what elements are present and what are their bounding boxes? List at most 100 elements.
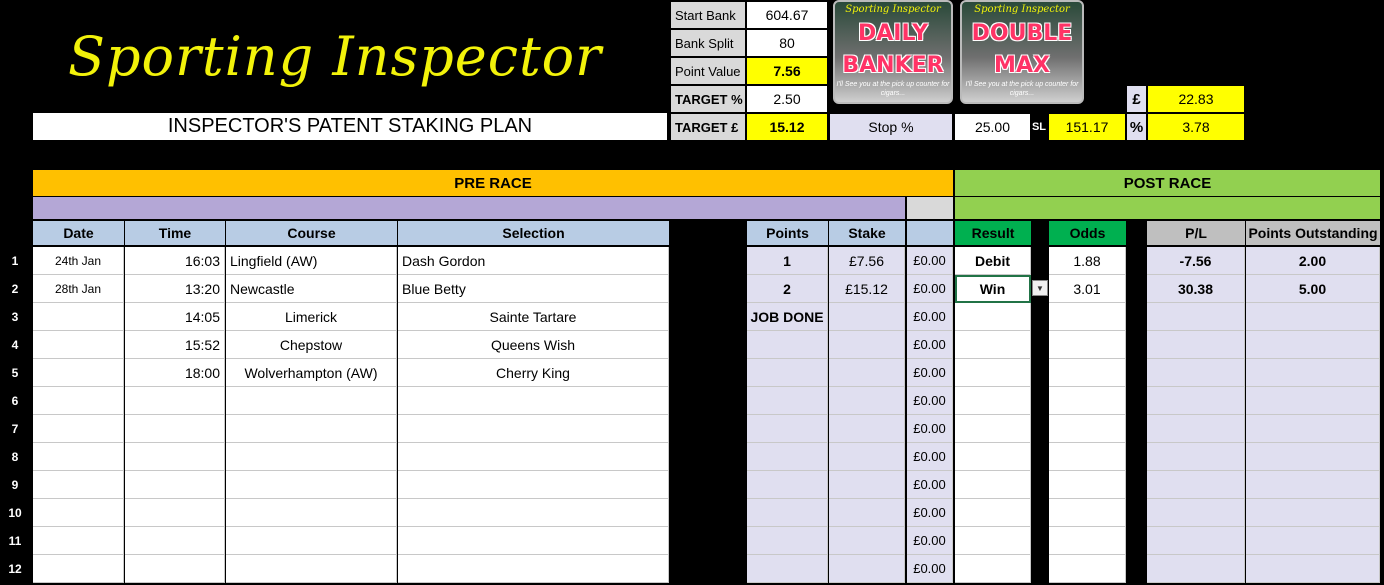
stake-cell[interactable]	[829, 415, 905, 443]
amount-cell[interactable]: £0.00	[907, 415, 953, 443]
result-cell[interactable]	[955, 415, 1031, 443]
time-cell[interactable]	[125, 527, 225, 555]
odds-cell[interactable]: 1.88	[1049, 247, 1126, 275]
course-cell[interactable]	[226, 527, 397, 555]
points-cell[interactable]	[747, 387, 828, 415]
points-outstanding-cell[interactable]	[1246, 415, 1380, 443]
points-cell[interactable]	[747, 331, 828, 359]
points-cell[interactable]: 2	[747, 275, 828, 303]
bank-split-cell[interactable]: 80	[747, 30, 827, 56]
course-cell[interactable]	[226, 443, 397, 471]
amount-cell[interactable]: £0.00	[907, 499, 953, 527]
course-cell[interactable]: Newcastle	[226, 275, 397, 303]
stake-cell[interactable]: £7.56	[829, 247, 905, 275]
time-cell[interactable]: 14:05	[125, 303, 225, 331]
selection-cell[interactable]: Sainte Tartare	[398, 303, 669, 331]
date-cell[interactable]	[33, 359, 124, 387]
pl-cell[interactable]	[1147, 387, 1245, 415]
date-cell[interactable]	[33, 471, 124, 499]
pl-cell[interactable]	[1147, 555, 1245, 583]
selection-cell[interactable]: Blue Betty	[398, 275, 669, 303]
time-cell[interactable]: 13:20	[125, 275, 225, 303]
col-header-odds[interactable]: Odds	[1049, 221, 1126, 245]
course-cell[interactable]	[226, 387, 397, 415]
amount-cell[interactable]: £0.00	[907, 471, 953, 499]
points-outstanding-cell[interactable]: 5.00	[1246, 275, 1380, 303]
pl-cell[interactable]	[1147, 499, 1245, 527]
stake-cell[interactable]	[829, 527, 905, 555]
dropdown-arrow-icon[interactable]: ▼	[1032, 280, 1048, 296]
selection-cell[interactable]	[398, 555, 669, 583]
pl-cell[interactable]	[1147, 527, 1245, 555]
points-outstanding-cell[interactable]	[1246, 527, 1380, 555]
amount-cell[interactable]: £0.00	[907, 527, 953, 555]
start-bank-cell[interactable]: 604.67	[747, 2, 827, 28]
stake-cell[interactable]: £15.12	[829, 275, 905, 303]
time-cell[interactable]	[125, 555, 225, 583]
selection-cell[interactable]	[398, 415, 669, 443]
col-header-points-outstanding[interactable]: Points Outstanding	[1246, 221, 1380, 245]
amount-cell[interactable]: £0.00	[907, 331, 953, 359]
amount-cell[interactable]: £0.00	[907, 247, 953, 275]
selection-cell[interactable]	[398, 387, 669, 415]
stake-cell[interactable]	[829, 331, 905, 359]
points-outstanding-cell[interactable]	[1246, 471, 1380, 499]
date-cell[interactable]	[33, 415, 124, 443]
pound-value-cell[interactable]: 22.83	[1148, 86, 1244, 112]
selection-cell[interactable]: Queens Wish	[398, 331, 669, 359]
time-cell[interactable]	[125, 387, 225, 415]
points-outstanding-cell[interactable]	[1246, 303, 1380, 331]
points-outstanding-cell[interactable]	[1246, 555, 1380, 583]
date-cell[interactable]	[33, 331, 124, 359]
amount-cell[interactable]: £0.00	[907, 275, 953, 303]
date-cell[interactable]	[33, 555, 124, 583]
amount-cell[interactable]: £0.00	[907, 359, 953, 387]
odds-cell[interactable]	[1049, 387, 1126, 415]
stake-cell[interactable]	[829, 471, 905, 499]
odds-cell[interactable]	[1049, 471, 1126, 499]
date-cell[interactable]: 24th Jan	[33, 247, 124, 275]
col-header-time[interactable]: Time	[125, 221, 225, 245]
stop-pct-cell[interactable]: 25.00	[955, 114, 1030, 140]
selection-cell[interactable]	[398, 471, 669, 499]
pct-value-cell[interactable]: 3.78	[1148, 114, 1244, 140]
pl-cell[interactable]	[1147, 303, 1245, 331]
result-cell[interactable]	[955, 331, 1031, 359]
odds-cell[interactable]	[1049, 499, 1126, 527]
result-cell[interactable]	[955, 443, 1031, 471]
pl-cell[interactable]	[1147, 471, 1245, 499]
points-cell[interactable]	[747, 499, 828, 527]
odds-cell[interactable]	[1049, 359, 1126, 387]
result-cell[interactable]	[955, 303, 1031, 331]
col-header-pl[interactable]: P/L	[1147, 221, 1245, 245]
time-cell[interactable]: 18:00	[125, 359, 225, 387]
stake-cell[interactable]	[829, 387, 905, 415]
point-value-cell[interactable]: 7.56	[747, 58, 827, 84]
course-cell[interactable]	[226, 415, 397, 443]
points-outstanding-cell[interactable]	[1246, 499, 1380, 527]
time-cell[interactable]	[125, 499, 225, 527]
points-outstanding-cell[interactable]	[1246, 331, 1380, 359]
odds-cell[interactable]	[1049, 527, 1126, 555]
selection-cell[interactable]	[398, 443, 669, 471]
amount-cell[interactable]: £0.00	[907, 443, 953, 471]
odds-cell[interactable]	[1049, 303, 1126, 331]
course-cell[interactable]: Limerick	[226, 303, 397, 331]
pl-cell[interactable]: 30.38	[1147, 275, 1245, 303]
date-cell[interactable]	[33, 499, 124, 527]
points-cell[interactable]: JOB DONE	[747, 303, 828, 331]
points-cell[interactable]	[747, 555, 828, 583]
selection-cell[interactable]	[398, 527, 669, 555]
col-header-stake[interactable]: Stake	[829, 221, 905, 245]
points-outstanding-cell[interactable]	[1246, 359, 1380, 387]
points-cell[interactable]	[747, 359, 828, 387]
stake-cell[interactable]	[829, 555, 905, 583]
pl-cell[interactable]	[1147, 359, 1245, 387]
points-outstanding-cell[interactable]	[1246, 443, 1380, 471]
points-cell[interactable]	[747, 415, 828, 443]
col-header-result[interactable]: Result	[955, 221, 1031, 245]
course-cell[interactable]: Chepstow	[226, 331, 397, 359]
stake-cell[interactable]	[829, 443, 905, 471]
pl-cell[interactable]: -7.56	[1147, 247, 1245, 275]
stake-cell[interactable]	[829, 359, 905, 387]
